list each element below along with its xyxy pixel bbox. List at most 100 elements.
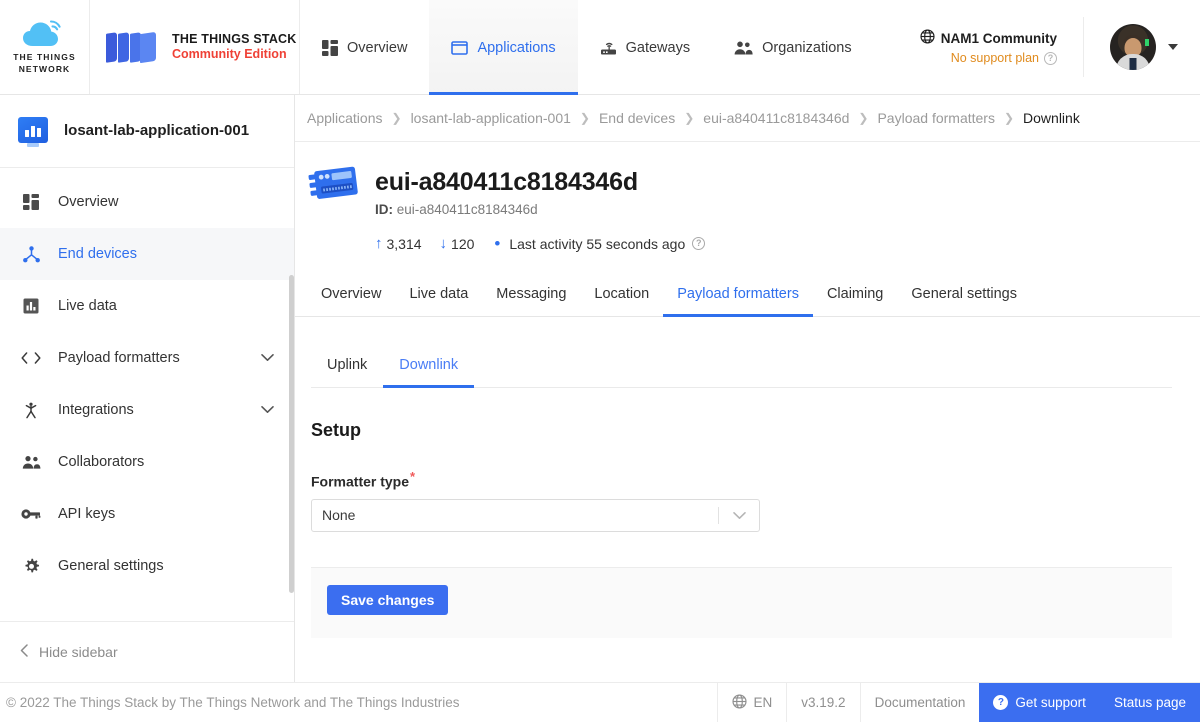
avatar[interactable] bbox=[1110, 24, 1156, 70]
page-content: eui-a840411c8184346d ID: eui-a840411c818… bbox=[295, 142, 1200, 682]
sidebar-item-live-data[interactable]: Live data bbox=[0, 280, 294, 332]
breadcrumb-item-device[interactable]: eui-a840411c8184346d bbox=[703, 110, 849, 126]
footer-language-label: EN bbox=[753, 695, 773, 710]
sidebar-label-api-keys: API keys bbox=[58, 506, 116, 522]
footer-support-group: ? Get support Status page bbox=[979, 683, 1200, 722]
chevron-down-icon[interactable] bbox=[1168, 44, 1178, 50]
tab-live-data[interactable]: Live data bbox=[395, 276, 482, 316]
sidebar: losant-lab-application-001 Overview End … bbox=[0, 95, 295, 682]
formatter-type-select[interactable]: None bbox=[311, 498, 760, 532]
stack-title: THE THINGS STACK bbox=[172, 32, 297, 46]
support-plan-row[interactable]: No support plan ? bbox=[951, 51, 1057, 65]
status-dot-icon: • bbox=[494, 234, 501, 253]
chevron-down-icon[interactable] bbox=[719, 511, 759, 520]
grid-icon bbox=[322, 39, 338, 56]
application-square-icon bbox=[451, 40, 469, 56]
cloud-icon bbox=[22, 20, 68, 50]
footer-links: EN v3.19.2 Documentation ? Get support S… bbox=[716, 683, 1200, 722]
cluster-info: NAM1 Community No support plan ? bbox=[920, 29, 1083, 65]
formatter-type-label-text: Formatter type bbox=[311, 473, 410, 490]
ttn-logo-line1: THE THINGS bbox=[13, 52, 76, 62]
sidebar-label-end-devices: End devices bbox=[58, 246, 137, 262]
key-icon bbox=[20, 507, 42, 521]
nav-label-overview: Overview bbox=[347, 39, 408, 56]
breadcrumb-item-payload-formatters[interactable]: Payload formatters bbox=[877, 110, 995, 126]
live-data-chart-icon bbox=[20, 298, 42, 314]
tab-messaging[interactable]: Messaging bbox=[482, 276, 580, 316]
breadcrumb-item-end-devices[interactable]: End devices bbox=[599, 110, 675, 126]
support-plan-label: No support plan bbox=[950, 51, 1039, 65]
device-id-value: eui-a840411c8184346d bbox=[396, 202, 538, 217]
footer-language[interactable]: EN bbox=[716, 683, 787, 722]
ttn-logo[interactable]: THE THINGS NETWORK bbox=[0, 0, 90, 94]
sidebar-label-collaborators: Collaborators bbox=[58, 454, 145, 470]
breadcrumb-item-applications[interactable]: Applications bbox=[307, 110, 383, 126]
formatter-type-value: None bbox=[322, 507, 356, 524]
cluster-row[interactable]: NAM1 Community bbox=[920, 29, 1057, 47]
sidebar-item-overview[interactable]: Overview bbox=[0, 176, 294, 228]
downlink-count-value: 120 bbox=[451, 235, 475, 252]
chevron-down-icon[interactable] bbox=[261, 402, 274, 418]
code-brackets-icon bbox=[20, 351, 42, 365]
tab-payload-formatters[interactable]: Payload formatters bbox=[663, 276, 813, 317]
help-icon[interactable]: ? bbox=[1044, 51, 1057, 65]
tab-overview[interactable]: Overview bbox=[307, 276, 395, 316]
things-stack-logo[interactable]: THE THINGS STACK Community Edition bbox=[90, 0, 300, 94]
stack-edition: Community Edition bbox=[172, 47, 287, 61]
sidebar-item-collaborators[interactable]: Collaborators bbox=[0, 436, 294, 488]
subtab-downlink[interactable]: Downlink bbox=[383, 349, 474, 388]
integrations-icon bbox=[20, 402, 42, 419]
last-activity-label: Last activity 55 seconds ago bbox=[509, 235, 686, 252]
tab-location[interactable]: Location bbox=[580, 276, 663, 316]
footer-version: v3.19.2 bbox=[786, 683, 859, 722]
device-tabs: Overview Live data Messaging Location Pa… bbox=[295, 276, 1200, 317]
breadcrumb: Applications ❯ losant-lab-application-00… bbox=[295, 95, 1200, 142]
sidebar-item-api-keys[interactable]: API keys bbox=[0, 488, 294, 540]
footer-get-support[interactable]: ? Get support bbox=[979, 683, 1100, 722]
body-row: losant-lab-application-001 Overview End … bbox=[0, 95, 1200, 682]
stack-books-icon bbox=[106, 30, 160, 64]
downlink-count: ↓ 120 bbox=[440, 236, 475, 252]
application-chart-icon bbox=[18, 117, 48, 143]
main-navigation: Overview Applications Gateways Organizat… bbox=[300, 0, 874, 95]
nav-label-gateways: Gateways bbox=[625, 39, 691, 56]
help-icon[interactable]: ? bbox=[692, 237, 706, 250]
sidebar-item-integrations[interactable]: Integrations bbox=[0, 384, 294, 436]
uplink-count-value: 3,314 bbox=[386, 235, 422, 252]
top-bar: THE THINGS NETWORK THE THINGS STACK Comm… bbox=[0, 0, 1200, 95]
last-activity: • Last activity 55 seconds ago ? bbox=[492, 234, 706, 253]
sidebar-item-general-settings[interactable]: General settings bbox=[0, 540, 294, 592]
nav-item-gateways[interactable]: Gateways bbox=[578, 0, 712, 95]
breadcrumb-item-downlink: Downlink bbox=[1023, 110, 1080, 126]
tab-claiming[interactable]: Claiming bbox=[813, 276, 897, 316]
footer-documentation[interactable]: Documentation bbox=[859, 683, 980, 722]
breadcrumb-item-application[interactable]: losant-lab-application-001 bbox=[411, 110, 571, 126]
device-header: eui-a840411c8184346d ID: eui-a840411c818… bbox=[295, 142, 1200, 252]
form-actions: Save changes bbox=[311, 566, 1172, 638]
nav-item-applications[interactable]: Applications bbox=[429, 0, 578, 95]
people-icon bbox=[734, 40, 753, 56]
tab-general-settings[interactable]: General settings bbox=[897, 276, 1031, 316]
arrow-up-icon: ↑ bbox=[375, 235, 383, 252]
sidebar-app-header[interactable]: losant-lab-application-001 bbox=[0, 95, 294, 168]
sidebar-item-end-devices[interactable]: End devices bbox=[0, 228, 294, 280]
breadcrumb-separator: ❯ bbox=[684, 111, 695, 125]
ttn-logo-line2: NETWORK bbox=[18, 64, 71, 74]
footer-status-page[interactable]: Status page bbox=[1100, 683, 1200, 722]
nav-label-applications: Applications bbox=[477, 39, 556, 56]
chevron-down-icon[interactable] bbox=[261, 350, 274, 366]
device-stats: ↑ 3,314 ↓ 120 • Last activity 55 seconds… bbox=[375, 235, 1200, 252]
subtab-uplink[interactable]: Uplink bbox=[311, 349, 383, 387]
sidebar-scrollbar[interactable] bbox=[289, 275, 294, 593]
help-icon: ? bbox=[993, 695, 1009, 710]
globe-icon bbox=[731, 693, 747, 712]
sidebar-label-overview: Overview bbox=[58, 194, 119, 210]
nav-item-organizations[interactable]: Organizations bbox=[712, 0, 873, 95]
save-changes-button[interactable]: Save changes bbox=[327, 584, 449, 615]
sidebar-app-name: losant-lab-application-001 bbox=[64, 121, 250, 139]
sidebar-item-payload-formatters[interactable]: Payload formatters bbox=[0, 332, 294, 384]
user-menu[interactable] bbox=[1083, 17, 1200, 77]
breadcrumb-separator: ❯ bbox=[579, 111, 590, 125]
nav-item-overview[interactable]: Overview bbox=[300, 0, 429, 95]
hide-sidebar-button[interactable]: Hide sidebar bbox=[0, 621, 294, 682]
